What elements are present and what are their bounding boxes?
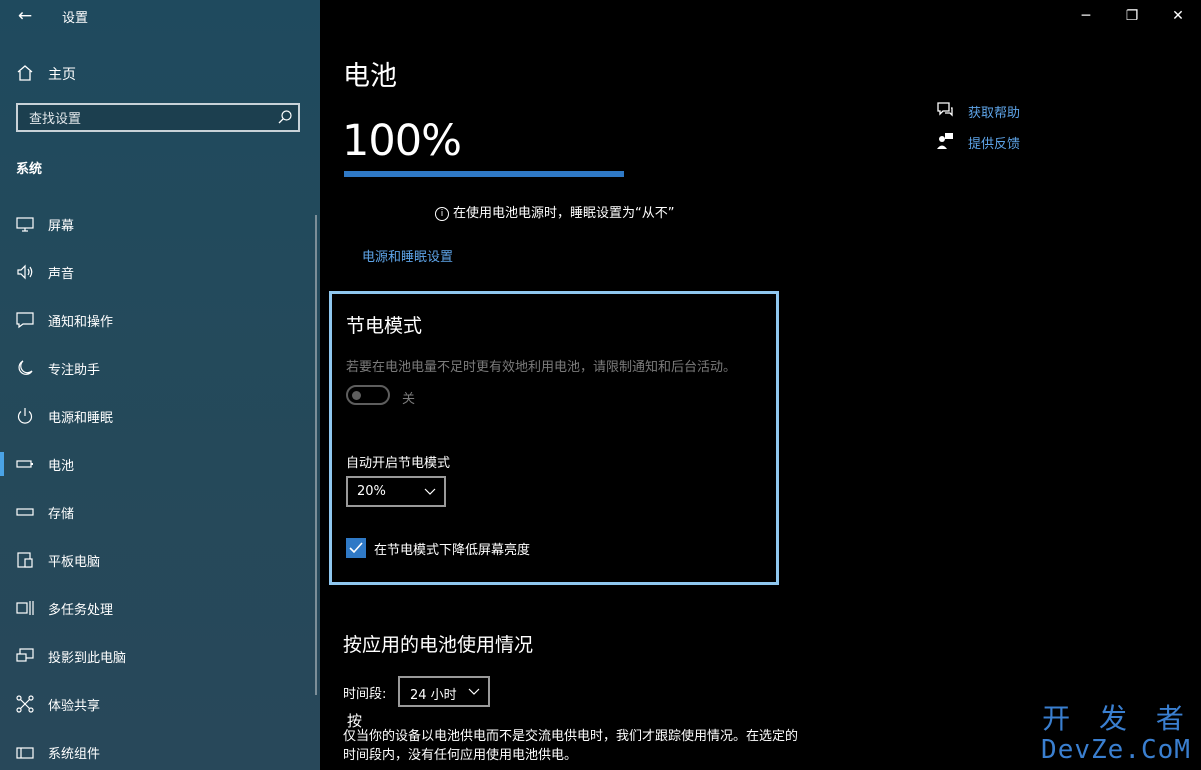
project-icon [16,648,34,662]
restore-button[interactable]: ❐ [1109,0,1155,32]
lower-brightness-checkbox[interactable] [346,538,366,558]
sidebar-item-label: 屏幕 [48,219,75,234]
monitor-icon [16,217,34,232]
sleep-note-text: 在使用电池电源时，睡眠设置为“从不” [453,206,675,221]
tablet-icon [17,552,33,568]
chevron-down-icon [468,688,480,695]
sidebar-item-system-components[interactable]: 系统组件 [0,732,320,770]
sidebar-item-label: 投影到此电脑 [48,651,127,666]
get-help-label: 获取帮助 [968,106,1021,121]
battery-bar [344,171,624,177]
battery-saver-toggle[interactable] [346,385,390,405]
battery-saver-title: 节电模式 [346,315,423,337]
sidebar-item-label: 专注助手 [48,363,101,378]
chevron-down-icon [424,488,436,495]
sidebar-home[interactable]: 主页 [0,58,320,88]
time-period-dropdown[interactable]: 24 小时 [398,676,490,707]
watermark-logo: 开 发 者 DevZe.CoM [1041,702,1191,766]
help-chat-icon [937,102,953,117]
battery-icon [16,460,33,468]
usage-by-app-title: 按应用的电池使用情况 [343,634,534,656]
moon-icon [18,360,33,375]
watermark-line2: DevZe.CoM [1041,735,1191,765]
notification-icon [16,312,34,329]
sleep-note: i 在使用电池电源时，睡眠设置为“从不” [435,202,674,221]
search-box[interactable] [16,103,300,132]
sidebar-item-multitasking[interactable]: 多任务处理 [0,588,320,628]
toggle-state-label: 关 [402,392,416,407]
search-icon[interactable] [277,109,293,125]
sidebar-item-label: 多任务处理 [48,603,114,618]
power-icon [17,408,33,424]
watermark-line1: 开 发 者 [1042,702,1190,735]
active-indicator [0,452,4,476]
usage-note: 仅当你的设备以电池供电而不是交流电供电时，我们才跟踪使用情况。在选定的时间段内，… [343,729,799,763]
sidebar-item-storage[interactable]: 存储 [0,492,320,532]
battery-percentage: 100% [342,116,462,166]
sidebar-item-label: 平板电脑 [48,555,101,570]
close-button[interactable]: ✕ [1155,0,1201,32]
threshold-dropdown[interactable]: 20% [346,476,446,507]
sidebar-item-label: 系统组件 [48,747,101,762]
sidebar: ← 设置 主页 系统 屏幕 声音 通知和操作 专注助手 电源和睡眠 电池 [0,0,320,770]
sidebar-item-focus-assist[interactable]: 专注助手 [0,348,320,388]
time-period-value: 24 小时 [410,688,457,703]
section-label-system: 系统 [16,162,43,177]
back-arrow-icon[interactable]: ← [14,5,36,27]
sidebar-item-battery[interactable]: 电池 [0,444,320,484]
sidebar-item-project[interactable]: 投影到此电脑 [0,636,320,676]
components-icon [16,747,34,759]
page-title: 电池 [343,61,397,92]
search-input[interactable] [27,108,271,130]
sidebar-item-display[interactable]: 屏幕 [0,204,320,244]
share-icon [16,695,34,713]
sidebar-item-label: 电源和睡眠 [48,411,114,426]
minimize-button[interactable]: ─ [1063,0,1109,32]
home-icon [17,65,33,81]
multitask-icon [16,601,34,615]
sidebar-item-power-sleep[interactable]: 电源和睡眠 [0,396,320,436]
storage-icon [16,508,34,516]
main-content: ─ ❐ ✕ 电池 100% i 在使用电池电源时，睡眠设置为“从不” 电源和睡眠设… [320,0,1201,770]
app-title: 设置 [62,11,89,26]
checkmark-icon [349,542,363,554]
time-period-label: 时间段: [343,687,387,702]
threshold-value: 20% [357,484,386,499]
sidebar-item-notifications[interactable]: 通知和操作 [0,300,320,340]
sidebar-item-label: 通知和操作 [48,315,114,330]
sidebar-scrollbar[interactable] [315,215,317,695]
sidebar-item-sound[interactable]: 声音 [0,252,320,292]
speaker-icon [17,264,33,280]
sidebar-item-tablet[interactable]: 平板电脑 [0,540,320,580]
battery-saver-description: 若要在电池电量不足时更有效地利用电池，请限制通知和后台活动。 [346,360,737,375]
battery-bar-fill [344,171,624,177]
auto-saver-label: 自动开启节电模式 [346,456,451,471]
sidebar-item-label: 体验共享 [48,699,101,714]
toggle-knob [352,391,361,400]
info-icon: i [435,207,449,221]
sidebar-item-label: 存储 [48,507,75,522]
power-sleep-settings-link[interactable]: 电源和睡眠设置 [362,246,453,265]
feedback-label: 提供反馈 [968,137,1021,152]
sidebar-item-shared-experiences[interactable]: 体验共享 [0,684,320,724]
battery-saver-section: 节电模式 若要在电池电量不足时更有效地利用电池，请限制通知和后台活动。 关 自动… [329,291,779,585]
sidebar-item-label: 电池 [48,459,75,474]
feedback-person-icon [937,133,953,149]
sidebar-item-label: 声音 [48,267,75,282]
lower-brightness-label: 在节电模式下降低屏幕亮度 [374,543,531,558]
sidebar-home-label: 主页 [48,67,76,83]
